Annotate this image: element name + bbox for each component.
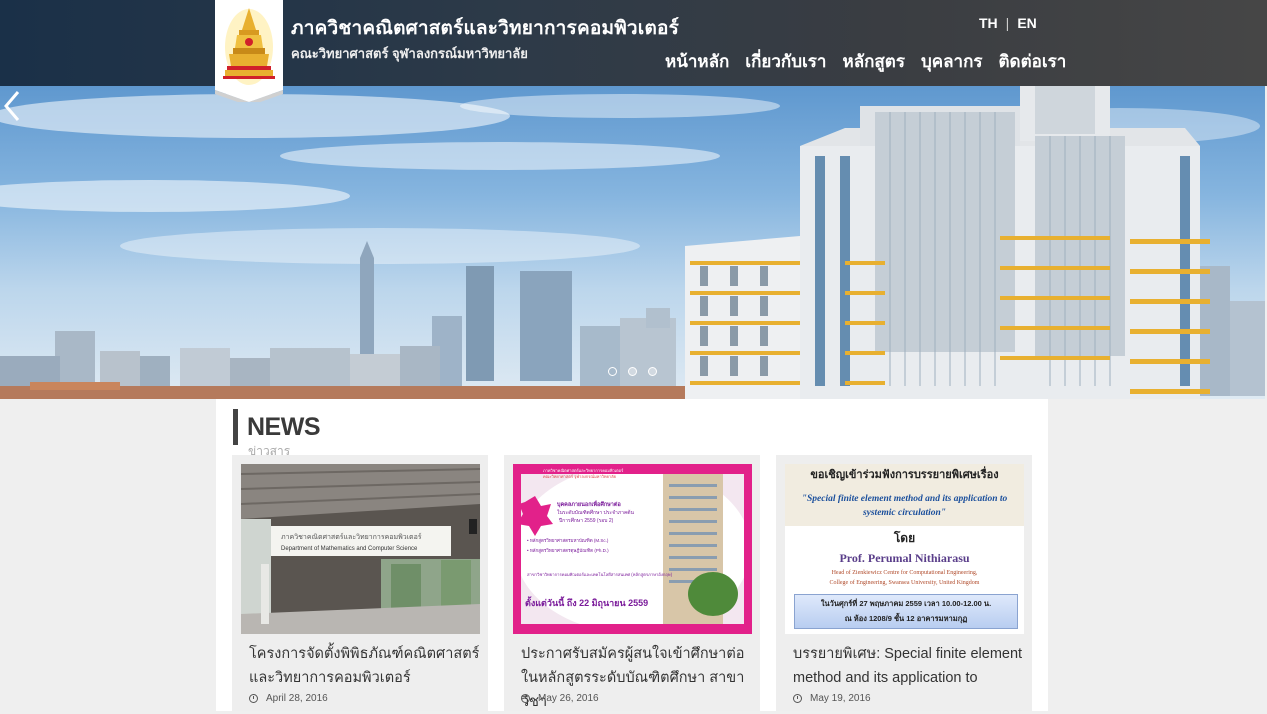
site-title[interactable]: ภาควิชาคณิตศาสตร์และวิทยาการคอมพิวเตอร์ xyxy=(291,13,679,43)
news-card-date: April 28, 2016 xyxy=(249,693,328,704)
news-card[interactable]: ภาควิชาคณิตศาสตร์และวิทยาการคอมพิวเตอร์ … xyxy=(232,455,488,711)
date-text: May 26, 2016 xyxy=(538,693,599,704)
news-thumbnail[interactable]: ภาควิชาคณิตศาสตร์และวิทยาการคอมพิวเตอร์ … xyxy=(513,464,752,634)
date-text: May 19, 2016 xyxy=(810,693,871,704)
poster-header1: ภาควิชาคณิตศาสตร์และวิทยาการคอมพิวเตอร์ xyxy=(543,468,624,473)
nav-contact[interactable]: ติดต่อเรา xyxy=(999,48,1067,75)
poster-invite: ขอเชิญเข้าร่วมฟังการบรรยายพิเศษเรื่อง xyxy=(810,469,999,481)
nav-programs[interactable]: หลักสูตร xyxy=(842,48,904,75)
poster-speaker: Prof. Perumal Nithiarasu xyxy=(839,551,970,565)
carousel-indicators xyxy=(608,367,657,376)
lang-divider: | xyxy=(1005,15,1010,31)
news-card[interactable]: ขอเชิญเข้าร่วมฟังการบรรยายพิเศษเรื่อง "S… xyxy=(776,455,1032,711)
clock-icon xyxy=(249,694,258,703)
sign-text-th: ภาควิชาคณิตศาสตร์และวิทยาการคอมพิวเตอร์ xyxy=(281,533,422,541)
news-card-date: May 19, 2016 xyxy=(793,693,871,704)
poster-line1: บุคคลภายนอกเพื่อศึกษาต่อ xyxy=(557,500,621,508)
carousel-prev-arrow-icon[interactable] xyxy=(0,86,26,126)
news-section: NEWS ข่าวสาร ภาควิชาคณิตศาสตร์และวิทยากา… xyxy=(216,399,1048,711)
lang-en-link[interactable]: EN xyxy=(1017,15,1036,31)
site-header: ภาควิชาคณิตศาสตร์และวิทยาการคอมพิวเตอร์ … xyxy=(0,0,1267,86)
hero-image xyxy=(0,86,1265,399)
poster-schedule-box: ในวันศุกร์ที่ 27 พฤษภาคม 2559 เวลา 10.00… xyxy=(794,594,1018,629)
heading-accent-bar xyxy=(233,409,238,445)
hero-carousel xyxy=(0,86,1265,399)
language-switcher: TH | EN xyxy=(979,15,1037,31)
news-title: NEWS xyxy=(247,413,321,441)
poster-topic: "Special finite element method and its a… xyxy=(801,494,1008,518)
site-subtitle: คณะวิทยาศาสตร์ จุฬาลงกรณ์มหาวิทยาลัย xyxy=(291,46,528,61)
poster-top: ขอเชิญเข้าร่วมฟังการบรรยายพิเศษเรื่อง "S… xyxy=(785,464,1024,526)
date-text: April 28, 2016 xyxy=(266,693,328,704)
nav-about[interactable]: เกี่ยวกับเรา xyxy=(745,48,826,75)
news-card-title[interactable]: บรรยายพิเศษ: Special finite element meth… xyxy=(793,642,1025,690)
poster-line3: ปีการศึกษา 2559 (รอบ 2) xyxy=(559,517,614,524)
poster-date-line: ตั้งแต่วันนี้ ถึง 22 มิถุนายน 2559 xyxy=(525,596,648,609)
news-card[interactable]: ภาควิชาคณิตศาสตร์และวิทยาการคอมพิวเตอร์ … xyxy=(504,455,760,711)
poster-by: โดย xyxy=(893,531,916,545)
news-thumbnail[interactable]: ขอเชิญเข้าร่วมฟังการบรรยายพิเศษเรื่อง "S… xyxy=(785,464,1024,634)
main-nav: หน้าหลัก เกี่ยวกับเรา หลักสูตร บุคลากร ต… xyxy=(665,48,1066,75)
news-card-date: May 26, 2016 xyxy=(521,693,599,704)
poster-when: ในวันศุกร์ที่ 27 พฤษภาคม 2559 เวลา 10.00… xyxy=(820,599,992,608)
university-logo[interactable] xyxy=(215,0,283,102)
carousel-dot-2[interactable] xyxy=(628,367,637,376)
clock-icon xyxy=(793,694,802,703)
poster-affil1: Head of Zienkiewicz Centre for Computati… xyxy=(831,570,978,576)
clock-icon xyxy=(521,694,530,703)
news-card-title[interactable]: โครงการจัดตั้งพิพิธภัณฑ์คณิตศาสตร์และวิท… xyxy=(249,642,481,690)
carousel-dot-1[interactable] xyxy=(608,367,617,376)
poster-line2: ในระดับบัณฑิตศึกษา ประจำภาคต้น xyxy=(557,509,635,516)
nav-staff[interactable]: บุคลากร xyxy=(921,48,983,75)
sign-text-en: Department of Mathematics and Computer S… xyxy=(281,546,418,552)
poster-where: ณ ห้อง 1208/9 ชั้น 12 อาคารมหามกุฏ xyxy=(844,614,968,623)
poster-affil2: College of Engineering, Swansea Universi… xyxy=(829,580,980,586)
lecture-poster: ขอเชิญเข้าร่วมฟังการบรรยายพิเศษเรื่อง "S… xyxy=(785,464,1024,634)
carousel-dot-3[interactable] xyxy=(648,367,657,376)
lang-th-link[interactable]: TH xyxy=(979,15,998,31)
nav-home[interactable]: หน้าหลัก xyxy=(665,48,729,75)
news-thumbnail[interactable]: ภาควิชาคณิตศาสตร์และวิทยาการคอมพิวเตอร์ … xyxy=(241,464,480,634)
